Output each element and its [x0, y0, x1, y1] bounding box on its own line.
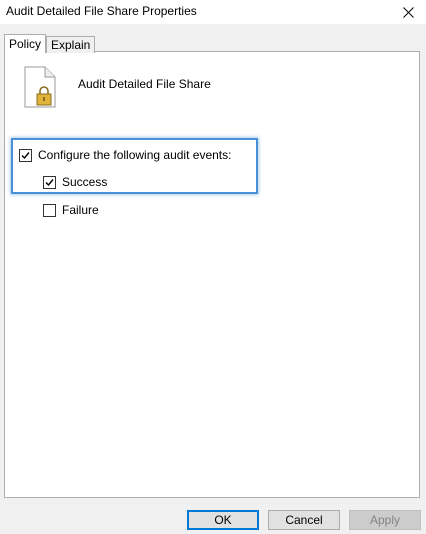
failure-option[interactable]: Failure — [43, 203, 99, 217]
apply-button[interactable]: Apply — [349, 510, 421, 530]
close-icon — [402, 6, 414, 18]
checkmark-icon — [21, 151, 30, 159]
cancel-button[interactable]: Cancel — [268, 510, 340, 530]
tab-policy[interactable]: Policy — [4, 34, 47, 53]
failure-label: Failure — [62, 203, 99, 217]
success-label: Success — [62, 175, 108, 189]
configure-audit-option[interactable]: Configure the following audit events: — [19, 148, 231, 162]
success-option[interactable]: Success — [43, 175, 107, 189]
locked-document-icon — [24, 66, 56, 108]
failure-checkbox[interactable] — [43, 203, 56, 217]
window-title: Audit Detailed File Share Properties — [6, 4, 197, 18]
policy-name: Audit Detailed File Share — [78, 77, 211, 91]
configure-checkbox[interactable] — [19, 148, 32, 162]
close-button[interactable] — [390, 0, 426, 24]
success-checkbox[interactable] — [43, 175, 56, 189]
tab-explain[interactable]: Explain — [46, 36, 96, 53]
ok-button[interactable]: OK — [187, 510, 259, 530]
tab-strip: Policy Explain — [0, 24, 426, 53]
configure-label: Configure the following audit events: — [38, 148, 232, 162]
title-bar: Audit Detailed File Share Properties — [0, 0, 426, 24]
policy-panel: Audit Detailed File Share Configure the … — [4, 51, 420, 498]
checkmark-icon — [45, 178, 54, 186]
